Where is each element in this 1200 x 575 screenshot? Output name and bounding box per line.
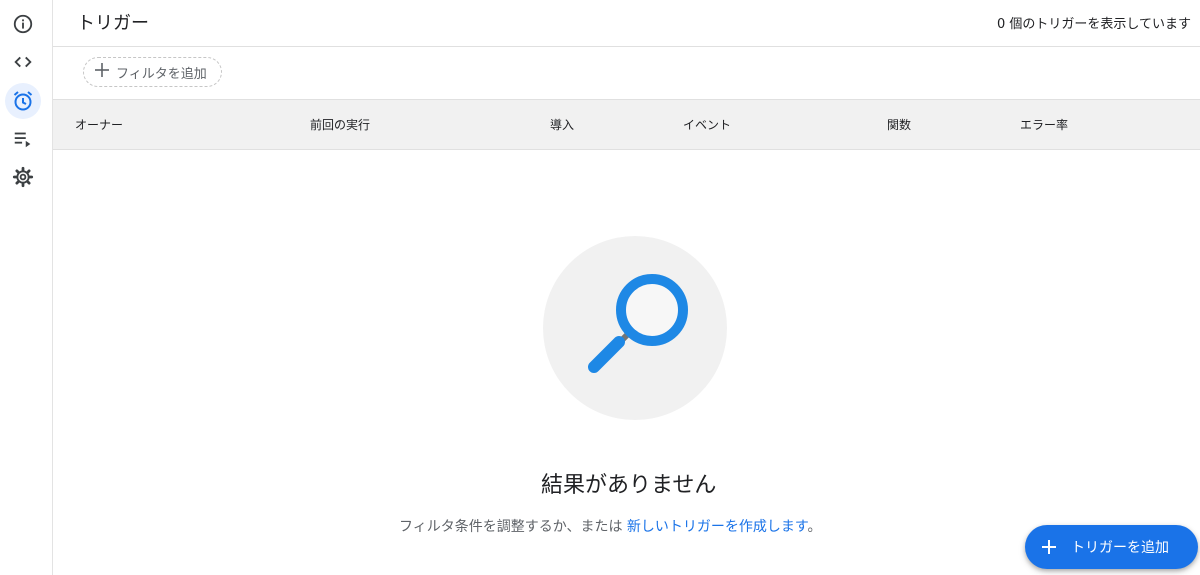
page-title: トリガー (77, 13, 149, 34)
add-filter-label: フィルタを追加 (116, 66, 207, 82)
sidebar-item-editor[interactable] (5, 44, 41, 80)
code-icon (12, 51, 34, 73)
column-header-deployment[interactable]: 導入 (550, 116, 574, 133)
sidebar-item-triggers[interactable] (5, 83, 41, 119)
empty-state-illustration (543, 236, 727, 420)
empty-state-description-suffix: 。 (807, 519, 822, 535)
triggers-page: トリガー 0 個のトリガーを表示しています フィルタを追加 オーナー 前回の実行… (0, 0, 1200, 575)
create-trigger-link[interactable]: 新しいトリガーを作成します (627, 519, 808, 535)
playlist-play-icon (12, 128, 34, 150)
add-filter-button[interactable]: フィルタを追加 (83, 57, 222, 87)
column-header-error-rate[interactable]: エラー率 (1020, 116, 1068, 133)
sidebar-item-executions[interactable] (5, 121, 41, 157)
column-header-last-run[interactable]: 前回の実行 (310, 116, 370, 133)
plus-icon (94, 62, 110, 82)
sidebar (0, 0, 53, 575)
gear-icon (12, 166, 34, 188)
page-header: トリガー 0 個のトリガーを表示しています (53, 0, 1200, 47)
table-header: オーナー 前回の実行 導入 イベント 関数 エラー率 (53, 100, 1200, 150)
column-header-event[interactable]: イベント (683, 116, 731, 133)
sidebar-item-settings[interactable] (5, 159, 41, 195)
info-icon (12, 13, 34, 35)
add-trigger-label: トリガーを追加 (1071, 540, 1169, 556)
trigger-count-text: 0 個のトリガーを表示しています (996, 17, 1191, 32)
add-trigger-button[interactable]: トリガーを追加 (1025, 525, 1198, 569)
filter-bar: フィルタを追加 (53, 47, 1200, 100)
column-header-owner[interactable]: オーナー (75, 116, 123, 133)
empty-state-description: フィルタ条件を調整するか、または 新しいトリガーを作成します。 (399, 516, 822, 536)
plus-icon (1041, 539, 1057, 555)
alarm-clock-icon (11, 89, 35, 113)
column-header-function[interactable]: 関数 (887, 116, 911, 133)
empty-state-description-prefix: フィルタ条件を調整するか、または (399, 519, 627, 535)
empty-state-title: 結果がありません (541, 473, 717, 498)
sidebar-item-overview[interactable] (5, 6, 41, 42)
